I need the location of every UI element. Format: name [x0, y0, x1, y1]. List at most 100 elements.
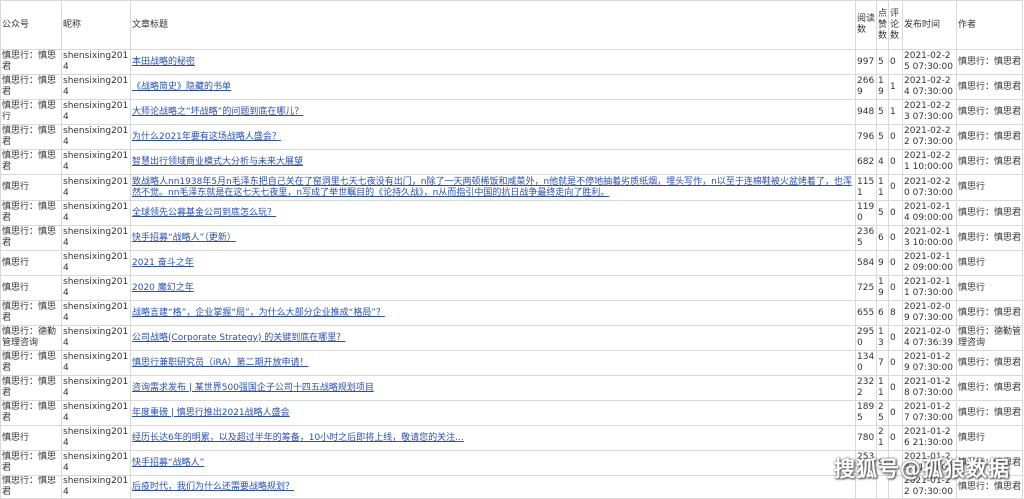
- cell-likes: 5: [876, 99, 889, 125]
- cell-author: 慎思行: [956, 250, 1023, 276]
- cell-author: 慎思行：慎思君: [956, 99, 1023, 125]
- cell-title: 全球领先公募基金公司到底怎么玩？: [130, 200, 856, 226]
- table-row: 慎思行：慎思君 shensixing2014 智慧出行领域商业模式大分析与未来大展望…: [0, 149, 1023, 175]
- table-row: 慎思行：慎思君 shensixing2014 快手招募“战略人”（更新） 2365 6 0…: [0, 225, 1023, 251]
- table-row: 慎思行 shensixing2014 2020 魔幻之年 725 19 0 2021-02-…: [0, 275, 1023, 301]
- cell-nickname: shensixing2014: [61, 124, 131, 150]
- article-title-link[interactable]: 致战略人nn1938年5月n毛泽东把自己关在了窑洞里七天七夜没有出门，n除了一天…: [132, 177, 852, 198]
- table-row: 慎思行：慎思君 shensixing2014 年度重磅 | 慎思行推出2021战略人…: [0, 400, 1023, 426]
- cell-author: 慎思行：慎思君: [956, 200, 1023, 226]
- column-header-published[interactable]: 发布时间: [902, 0, 957, 50]
- table-row: 慎思行：德勤管理咨询 shensixing2014 公司战略(Corporate S…: [0, 325, 1023, 351]
- table-row: 慎思行 shensixing2014 经历长达6年的明累，以及超过半年的筹备，10小…: [0, 425, 1023, 451]
- cell-title: 快手招募“战略人”（更新）: [130, 225, 856, 251]
- cell-comments: 8: [888, 300, 903, 326]
- table-row: 慎思行 shensixing2014 致战略人nn1938年5月n毛泽东把自己关在了…: [0, 174, 1023, 201]
- cell-likes: 5: [876, 200, 889, 226]
- cell-comments: 0: [888, 225, 903, 251]
- cell-account: 慎思行: [0, 275, 62, 301]
- cell-reads: 725: [855, 275, 877, 301]
- cell-comments: 0: [888, 174, 903, 201]
- cell-reads: 1151: [855, 174, 877, 201]
- cell-author: 慎思行：慎思君: [956, 400, 1023, 426]
- table-row: 慎思行：慎思君 shensixing2014 为什么2021年要有这场战略人盛会？ 7…: [0, 124, 1023, 150]
- table-header-row: 公众号 昵称 文章标题 阅读数 点赞数 评论数 发布时间 作者: [0, 0, 1023, 50]
- article-title-link[interactable]: 快手招募“战略人”: [132, 458, 204, 468]
- table-row: 慎思行：慎思君 shensixing2014 慎思行兼职研究员（iRA）第二期开放申…: [0, 350, 1023, 376]
- article-title-link[interactable]: 全球领先公募基金公司到底怎么玩？: [132, 208, 276, 218]
- article-title-link[interactable]: 大师论战略之“坏战略”的问题到底在哪儿？: [132, 107, 303, 117]
- cell-nickname: shensixing2014: [61, 450, 131, 476]
- column-header-reads[interactable]: 阅读数: [855, 0, 877, 50]
- cell-account: 慎思行：慎思君: [0, 375, 62, 401]
- cell-account: 慎思行: [0, 250, 62, 276]
- cell-likes: 13: [876, 325, 889, 351]
- column-header-account[interactable]: 公众号: [0, 0, 62, 50]
- cell-nickname: shensixing2014: [61, 225, 131, 251]
- article-title-link[interactable]: 2021 奋斗之年: [132, 258, 194, 268]
- cell-comments: 0: [888, 200, 903, 226]
- cell-title: 咨询需求发布 | 某世界500强国企子公司十四五战略规划项目: [130, 375, 856, 401]
- cell-account: 慎思行：慎思君: [0, 350, 62, 376]
- cell-comments: 1: [888, 74, 903, 100]
- cell-published: 2021-01-26 21:30:00: [902, 425, 957, 451]
- cell-reads: 780: [855, 425, 877, 451]
- cell-title: 致战略人nn1938年5月n毛泽东把自己关在了窑洞里七天七夜没有出门，n除了一天…: [130, 174, 856, 201]
- cell-title: 本田战略的秘密: [130, 49, 856, 75]
- cell-nickname: shensixing2014: [61, 200, 131, 226]
- cell-published: 2021-02-24 07:30:00: [902, 74, 957, 100]
- cell-nickname: shensixing2014: [61, 149, 131, 175]
- article-title-link[interactable]: 智慧出行领域商业模式大分析与未来大展望: [132, 157, 303, 167]
- cell-title: 智慧出行领域商业模式大分析与未来大展望: [130, 149, 856, 175]
- article-title-link[interactable]: 快手招募“战略人”（更新）: [132, 233, 236, 243]
- cell-author: 慎思行：慎思君: [956, 350, 1023, 376]
- column-header-author[interactable]: 作者: [956, 0, 1023, 50]
- article-title-link[interactable]: 年度重磅 | 慎思行推出2021战略人盛会: [132, 408, 290, 418]
- article-title-link[interactable]: 本田战略的秘密: [132, 57, 195, 67]
- article-title-link[interactable]: 为什么2021年要有这场战略人盛会？: [132, 132, 281, 142]
- cell-account: 慎思行：慎思君: [0, 74, 62, 100]
- cell-account: 慎思行: [0, 425, 62, 451]
- cell-likes: 19: [876, 74, 889, 100]
- cell-likes: 6: [876, 225, 889, 251]
- cell-author: 慎思行：慎思君: [956, 49, 1023, 75]
- cell-author: 慎思行: [956, 425, 1023, 451]
- cell-nickname: shensixing2014: [61, 300, 131, 326]
- column-header-comments[interactable]: 评论数: [888, 0, 903, 50]
- column-header-title[interactable]: 文章标题: [130, 0, 856, 50]
- cell-title: 年度重磅 | 慎思行推出2021战略人盛会: [130, 400, 856, 426]
- cell-nickname: shensixing2014: [61, 74, 131, 100]
- cell-title: 2021 奋斗之年: [130, 250, 856, 276]
- cell-account: 慎思行：慎思君: [0, 124, 62, 150]
- article-title-link[interactable]: 战略言建“格”，企业掌握“局”，为什么大部分企业推成“格局”？: [132, 308, 385, 318]
- cell-account: 慎思行：慎思君: [0, 49, 62, 75]
- cell-account: 慎思行：德勤管理咨询: [0, 325, 62, 351]
- cell-comments: 0: [888, 400, 903, 426]
- article-title-link[interactable]: 慎思行兼职研究员（iRA）第二期开放申请！: [132, 358, 309, 368]
- cell-account: 慎思行：慎思君: [0, 400, 62, 426]
- article-title-link[interactable]: 《战略简史》隐藏的书单: [132, 82, 231, 92]
- cell-reads: 682: [855, 149, 877, 175]
- cell-author: 慎思行: [956, 174, 1023, 201]
- cell-likes: 5: [876, 49, 889, 75]
- table-row: 慎思行：慎思君 shensixing2014 咨询需求发布 | 某世界500强国企子…: [0, 375, 1023, 401]
- cell-author: 慎思行：慎思君: [956, 375, 1023, 401]
- article-title-link[interactable]: 2020 魔幻之年: [132, 283, 194, 293]
- cell-nickname: shensixing2014: [61, 375, 131, 401]
- article-title-link[interactable]: 咨询需求发布 | 某世界500强国企子公司十四五战略规划项目: [132, 383, 374, 393]
- cell-published: 2021-01-29 07:30:00: [902, 350, 957, 376]
- cell-comments: 0: [888, 49, 903, 75]
- cell-title: 战略言建“格”，企业掌握“局”，为什么大部分企业推成“格局”？: [130, 300, 856, 326]
- cell-author: 慎思行：慎思君: [956, 300, 1023, 326]
- article-title-link[interactable]: 经历长达6年的明累，以及超过半年的筹备，10小时之后即将上线，敬请您的关注...: [132, 433, 464, 443]
- cell-published: 2021-02-14 09:00:00: [902, 200, 957, 226]
- column-header-nickname[interactable]: 昵称: [61, 0, 131, 50]
- cell-nickname: shensixing2014: [61, 49, 131, 75]
- cell-reads: 948: [855, 99, 877, 125]
- cell-published: 2021-02-21 10:00:00: [902, 149, 957, 175]
- cell-nickname: shensixing2014: [61, 350, 131, 376]
- column-header-likes[interactable]: 点赞数: [876, 0, 889, 50]
- article-title-link[interactable]: 公司战略(Corporate Strategy) 的关键到底在哪里？: [132, 333, 345, 343]
- article-title-link[interactable]: 后疫时代，我们为什么还需要战略规划？: [132, 482, 294, 492]
- cell-nickname: shensixing2014: [61, 250, 131, 276]
